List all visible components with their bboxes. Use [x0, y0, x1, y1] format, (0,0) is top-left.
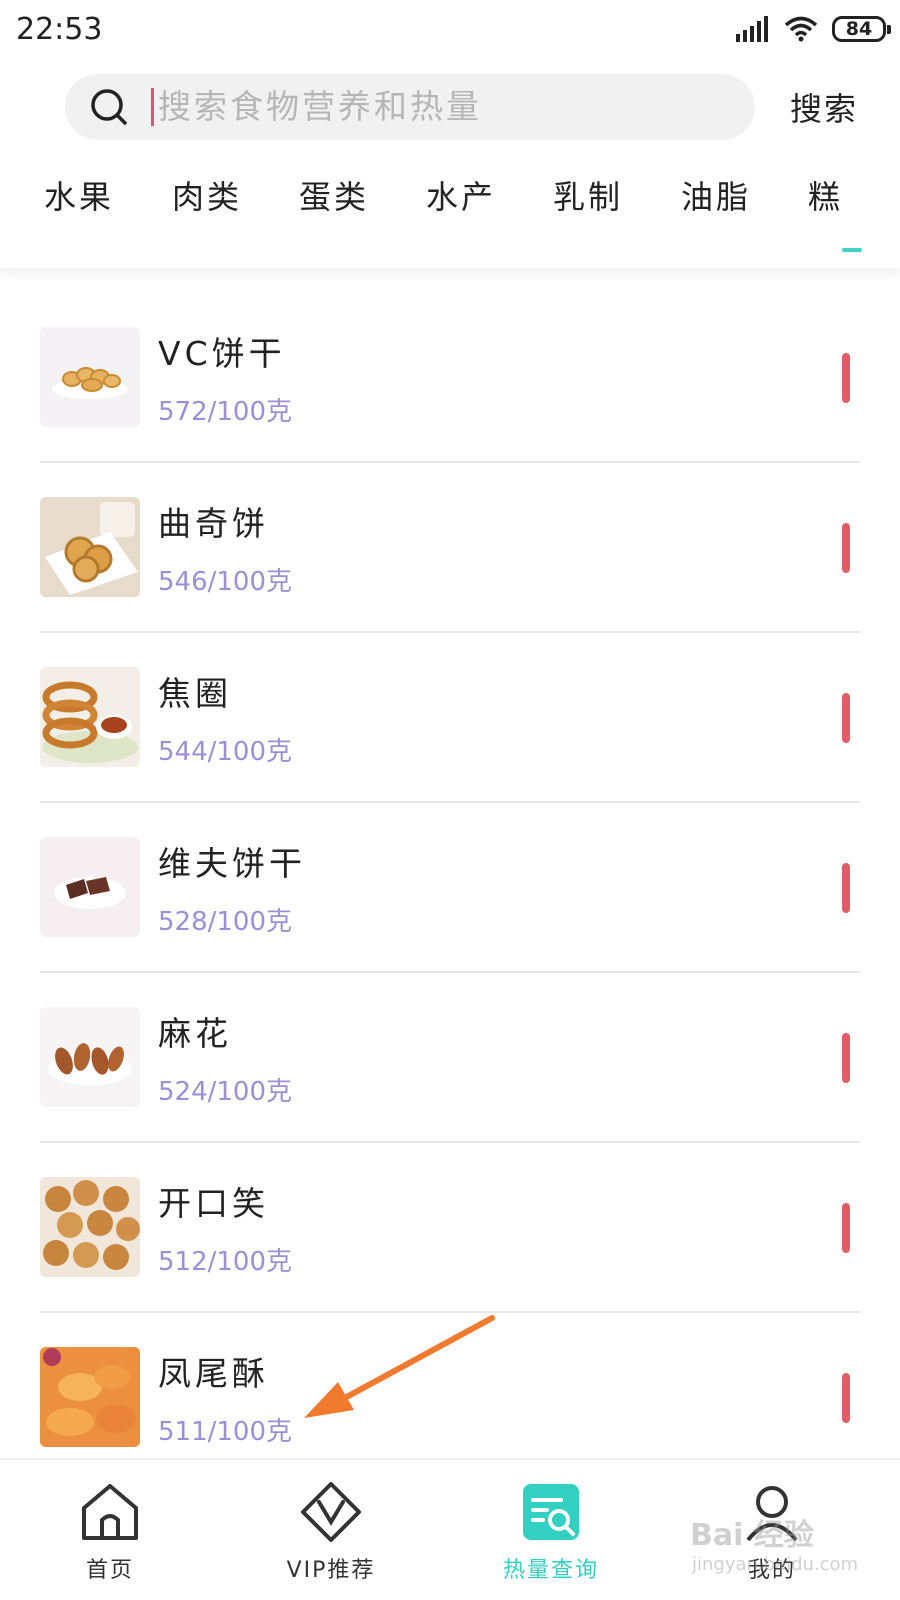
- calorie-indicator: [842, 863, 850, 913]
- calorie-indicator: [842, 353, 850, 403]
- tab-pastry[interactable]: 糕: [808, 172, 843, 218]
- food-calories: 544/100克: [158, 737, 293, 767]
- battery-icon: 84: [832, 16, 891, 42]
- food-name: 凤尾酥: [158, 1354, 269, 1393]
- calorie-indicator: [842, 1373, 850, 1423]
- food-name: 焦圈: [158, 674, 232, 713]
- food-list: VC饼干 572/100克 曲奇饼 546/100克 焦圈 544/100克 维…: [0, 268, 900, 1458]
- food-thumbnail: [40, 1347, 140, 1447]
- calorie-indicator: [842, 1033, 850, 1083]
- list-item[interactable]: 开口笑 512/100克: [40, 1143, 860, 1313]
- wifi-icon: [784, 16, 818, 42]
- food-name: 开口笑: [158, 1184, 269, 1223]
- food-calories: 528/100克: [158, 907, 293, 937]
- list-item[interactable]: 维夫饼干 528/100克: [40, 803, 860, 973]
- calorie-indicator: [842, 523, 850, 573]
- food-thumbnail: [40, 1177, 140, 1277]
- tab-meat[interactable]: 肉类: [172, 172, 242, 218]
- watermark-brand: Bai 经验: [690, 1518, 814, 1553]
- food-name: 维夫饼干: [158, 844, 306, 883]
- calorie-indicator: [842, 693, 850, 743]
- annotation-arrow-icon: [304, 1315, 495, 1418]
- food-calories: 524/100克: [158, 1077, 293, 1107]
- food-name: 麻花: [158, 1014, 232, 1053]
- food-name: 曲奇饼: [158, 504, 269, 543]
- search-button[interactable]: 搜索: [790, 84, 858, 130]
- search-input[interactable]: 搜索食物营养和热量: [65, 74, 755, 140]
- food-name: VC饼干: [158, 334, 286, 373]
- calorie-indicator: [842, 1203, 850, 1253]
- watermark-url: jingyan.baidu.com: [692, 1554, 859, 1575]
- calorie-search-icon: [523, 1484, 579, 1540]
- food-thumbnail: [40, 837, 140, 937]
- status-time: 22:53: [16, 12, 103, 47]
- list-item[interactable]: 曲奇饼 546/100克: [40, 463, 860, 633]
- signal-icon: [736, 16, 768, 42]
- food-calories: 512/100克: [158, 1247, 293, 1277]
- food-calories: 572/100克: [158, 397, 293, 427]
- tab-active-indicator: [842, 248, 862, 252]
- tab-dairy[interactable]: 乳制: [553, 172, 623, 218]
- food-thumbnail: [40, 667, 140, 767]
- food-thumbnail: [40, 497, 140, 597]
- list-item[interactable]: 麻花 524/100克: [40, 973, 860, 1143]
- tab-fruit[interactable]: 水果: [44, 172, 114, 218]
- food-thumbnail: [40, 1007, 140, 1107]
- nav-label-vip: VIP推荐: [286, 1558, 376, 1583]
- food-thumbnail: [40, 327, 140, 427]
- tab-seafood[interactable]: 水产: [426, 172, 496, 218]
- nav-vip[interactable]: VIP推荐: [256, 1480, 406, 1590]
- vip-icon: [301, 1482, 361, 1542]
- nav-label-calorie-search: 热量查询: [502, 1558, 599, 1583]
- category-tabs: 水果 肉类 蛋类 水产 乳制 油脂 糕: [0, 172, 900, 252]
- food-calories: 511/100克: [158, 1417, 293, 1447]
- home-icon: [82, 1484, 138, 1540]
- food-calories: 546/100克: [158, 567, 293, 597]
- text-cursor: [151, 88, 154, 126]
- tab-oils[interactable]: 油脂: [681, 172, 751, 218]
- nav-home[interactable]: 首页: [35, 1480, 185, 1590]
- header: 搜索食物营养和热量 搜索 水果 肉类 蛋类 水产 乳制 油脂 糕: [0, 62, 900, 268]
- bottom-nav: 首页 VIP推荐 热量查询 我的 Bai 经验 jingyan.baidu.co…: [0, 1458, 900, 1600]
- nav-label-home: 首页: [85, 1558, 134, 1583]
- status-icons: 84: [736, 16, 891, 42]
- nav-calorie-search[interactable]: 热量查询: [476, 1480, 626, 1590]
- search-placeholder: 搜索食物营养和热量: [158, 87, 482, 126]
- search-icon: [91, 89, 127, 125]
- tab-eggs[interactable]: 蛋类: [299, 172, 369, 218]
- status-bar: 22:53 84: [0, 0, 900, 62]
- list-item[interactable]: 焦圈 544/100克: [40, 633, 860, 803]
- list-item[interactable]: VC饼干 572/100克: [40, 293, 860, 463]
